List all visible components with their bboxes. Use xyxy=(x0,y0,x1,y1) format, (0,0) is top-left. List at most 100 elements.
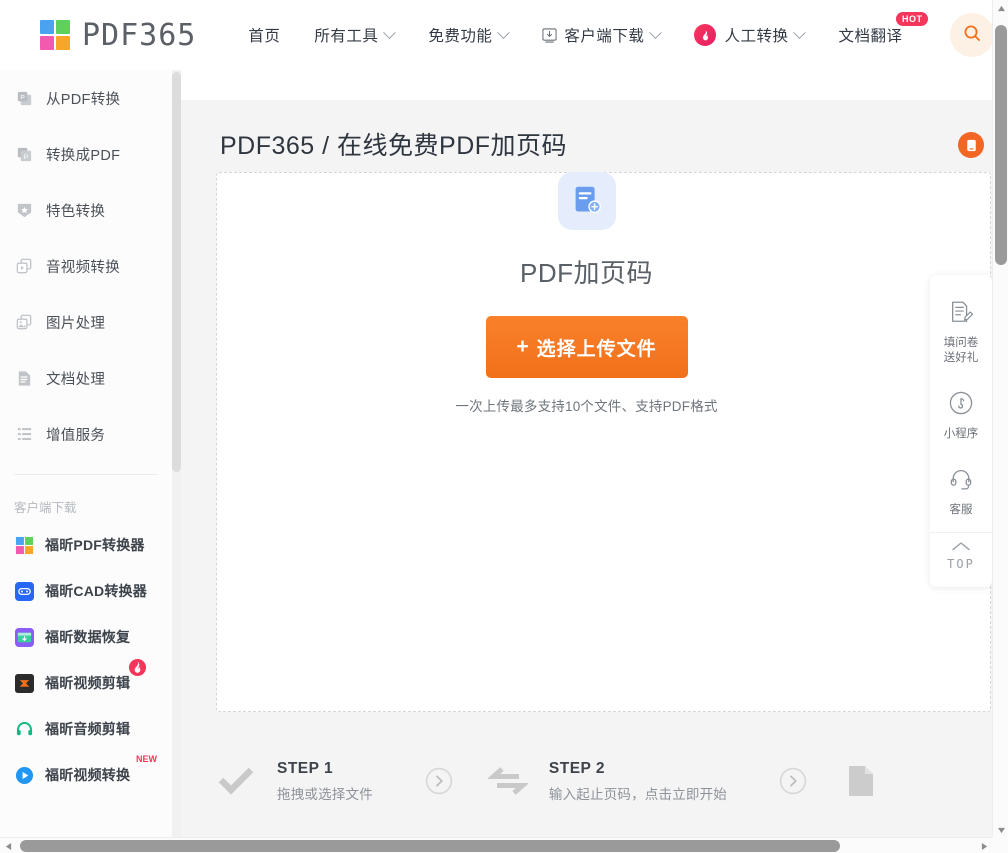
upload-hint-text: 一次上传最多支持10个文件、支持PDF格式 xyxy=(455,399,718,414)
back-to-top-button[interactable]: TOP xyxy=(930,532,992,581)
foxit-cad-icon xyxy=(14,581,34,601)
back-to-top-label: TOP xyxy=(947,557,975,571)
foxit-audio-edit-icon xyxy=(14,719,34,739)
dropzone-content: PDF加页码 + 选择上传文件 一次上传最多支持10个文件、支持PDF格式 xyxy=(181,172,992,415)
main-nav: 首页 所有工具 免费功能 客户端下载 人工转换 文档翻译 HOT xyxy=(248,12,936,46)
steps-bar: STEP 1 拖拽或选择文件 STEP 2 输入起止页码，点击立即开始 xyxy=(181,722,992,840)
right-float-panel: 填问卷 送好礼 小程序 客服 TOP xyxy=(930,275,992,587)
step-1: STEP 1 拖拽或选择文件 xyxy=(213,758,373,804)
miniprogram-icon xyxy=(948,390,974,421)
sidebar-item-to-pdf[interactable]: P 转换成PDF xyxy=(0,126,172,182)
fire-badge-icon xyxy=(128,658,147,682)
sidebar-item-label: 增值服务 xyxy=(46,427,106,444)
status-badge-hot: HOT xyxy=(895,12,929,26)
vertical-scrollbar[interactable] xyxy=(992,0,1008,838)
logo-squares-icon xyxy=(40,20,70,50)
scroll-right-arrow-icon[interactable] xyxy=(976,838,992,853)
nav-item-client-download[interactable]: 客户端下载 xyxy=(542,24,663,46)
pdf-to-icon: P xyxy=(14,144,34,164)
scroll-down-arrow-icon[interactable] xyxy=(993,822,1008,838)
value-added-icon xyxy=(14,424,34,444)
brand-name: PDF365 xyxy=(82,17,197,53)
sidebar-item-document-process[interactable]: 文档处理 xyxy=(0,350,172,406)
headset-icon xyxy=(948,466,974,497)
scrollbar-corner xyxy=(992,837,1008,853)
sidebar-download-foxit-video-convert[interactable]: 福昕视频转换 NEW xyxy=(0,752,172,798)
scroll-left-arrow-icon[interactable] xyxy=(0,838,16,853)
upload-file-button[interactable]: + 选择上传文件 xyxy=(485,316,688,378)
chevron-down-icon xyxy=(793,25,807,39)
nav-item-all-tools[interactable]: 所有工具 xyxy=(314,24,397,46)
mobile-app-icon[interactable] xyxy=(958,132,984,158)
foxit-video-edit-icon xyxy=(14,673,34,693)
float-survey-button[interactable]: 填问卷 送好礼 xyxy=(930,289,992,380)
download-item-label: 福昕数据恢复 xyxy=(45,629,131,645)
scroll-up-arrow-icon[interactable] xyxy=(993,0,1008,16)
main-content: PDF365 / 在线免费PDF加页码 PDF加页码 + 选择上传文件 一次上传… xyxy=(181,70,992,840)
sidebar-item-label: 文档处理 xyxy=(46,371,106,388)
float-support-button[interactable]: 客服 xyxy=(930,456,992,532)
sidebar-scrollbar-thumb[interactable] xyxy=(172,72,181,472)
sidebar-section-title: 客户端下载 xyxy=(14,501,77,515)
step-desc: 输入起止页码，点击立即开始 xyxy=(548,786,728,802)
download-item-label: 福昕视频转换 xyxy=(45,767,131,783)
nav-item-manual-convert[interactable]: 人工转换 xyxy=(694,24,807,46)
horizontal-scrollbar[interactable] xyxy=(0,837,1008,853)
download-item-label: 福昕CAD转换器 xyxy=(45,583,147,599)
status-badge-new: NEW xyxy=(136,754,157,764)
brand-logo[interactable]: PDF365 xyxy=(40,18,196,53)
search-icon xyxy=(962,23,982,48)
nav-item-home[interactable]: 首页 xyxy=(248,24,280,46)
step-name: STEP 2 xyxy=(548,759,606,777)
sidebar-download-foxit-video-edit[interactable]: 福昕视频剪辑 xyxy=(0,658,172,706)
sidebar-item-image-process[interactable]: 图片处理 xyxy=(0,294,172,350)
step-arrow-icon xyxy=(425,767,453,795)
nav-label: 所有工具 xyxy=(314,28,379,45)
add-document-icon xyxy=(557,172,616,230)
page-title: PDF365 / 在线免费PDF加页码 xyxy=(220,132,568,160)
download-item-label: 福昕音频剪辑 xyxy=(45,721,131,737)
chevron-down-icon xyxy=(497,25,511,39)
top-header: PDF365 首页 所有工具 免费功能 客户端下载 人工转换 文档翻译 HOT xyxy=(0,0,995,70)
step-1-text: STEP 1 拖拽或选择文件 xyxy=(277,760,373,803)
sidebar-item-label: 音视频转换 xyxy=(46,259,120,276)
float-miniprogram-button[interactable]: 小程序 xyxy=(930,380,992,456)
sidebar-download-foxit-cad[interactable]: 福昕CAD转换器 xyxy=(0,568,172,614)
chevron-down-icon xyxy=(649,25,663,39)
search-button[interactable] xyxy=(950,13,995,57)
sidebar-download-foxit-audio-edit[interactable]: 福昕音频剪辑 xyxy=(0,706,172,752)
sidebar-download-foxit-recovery[interactable]: 福昕数据恢复 xyxy=(0,614,172,660)
step-desc: 拖拽或选择文件 xyxy=(277,786,373,802)
swap-arrows-icon xyxy=(485,758,531,804)
document-process-icon xyxy=(14,368,34,388)
chevron-down-icon xyxy=(383,25,397,39)
sidebar-item-label: 从PDF转换 xyxy=(46,91,121,108)
nav-item-document-translate[interactable]: 文档翻译 HOT xyxy=(838,12,929,46)
sidebar-item-from-pdf[interactable]: P 从PDF转换 xyxy=(0,70,172,126)
float-item-label: 客服 xyxy=(949,504,973,516)
sidebar-download-foxit-pdf[interactable]: 福昕PDF转换器 xyxy=(0,522,172,568)
sidebar-item-media-convert[interactable]: 音视频转换 xyxy=(0,238,172,294)
horizontal-scrollbar-thumb[interactable] xyxy=(20,840,840,852)
page-root: PDF365 首页 所有工具 免费功能 客户端下载 人工转换 文档翻译 HOT … xyxy=(0,0,1008,853)
sidebar-item-value-added[interactable]: 增值服务 xyxy=(0,406,172,462)
nav-label: 免费功能 xyxy=(428,28,493,45)
vertical-scrollbar-thumb[interactable] xyxy=(995,25,1007,265)
star-shield-icon xyxy=(14,200,34,220)
svg-text:P: P xyxy=(23,153,28,160)
left-sidebar: P 从PDF转换 P 转换成PDF 特色转换 音视频转换 图片处理 文档处理 增… xyxy=(0,70,172,840)
dropzone-title: PDF加页码 xyxy=(519,258,653,288)
foxit-recovery-icon xyxy=(14,627,34,647)
step-2: STEP 2 输入起止页码，点击立即开始 xyxy=(485,758,727,804)
step-3-partial-icon xyxy=(841,761,881,801)
float-item-label: 填问卷 送好礼 xyxy=(943,337,979,364)
plus-icon: + xyxy=(516,335,530,358)
download-box-icon xyxy=(542,27,557,43)
image-process-icon xyxy=(14,312,34,332)
nav-item-free-features[interactable]: 免费功能 xyxy=(428,24,511,46)
step-arrow-icon-2 xyxy=(779,767,807,795)
download-item-label: 福昕视频剪辑 xyxy=(45,675,131,691)
sidebar-item-label: 图片处理 xyxy=(46,315,106,332)
pdf-from-icon: P xyxy=(14,88,34,108)
sidebar-item-special-convert[interactable]: 特色转换 xyxy=(0,182,172,238)
